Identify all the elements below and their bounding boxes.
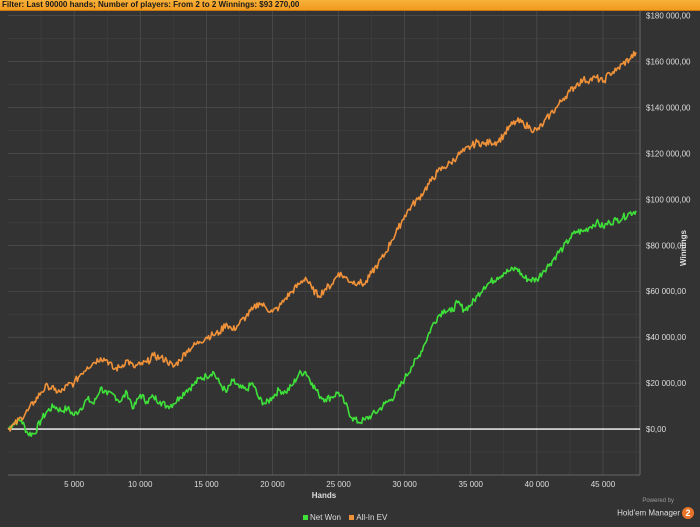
brand-name: Hold'em Manager <box>617 508 680 518</box>
all-in-ev-swatch <box>349 515 355 520</box>
brand-logo: Powered by Hold'em Manager 2 <box>617 498 694 522</box>
brand-badge-icon: 2 <box>682 506 694 519</box>
x-tick-label: 20 000 <box>260 480 285 489</box>
y-axis-ticks: $0,00$20 000,00$40 000,00$60 000,00$80 0… <box>646 12 691 434</box>
y-tick-label: $120 000,00 <box>646 149 691 158</box>
y-tick-label: $20 000,00 <box>646 379 687 388</box>
y-tick-label: $40 000,00 <box>646 333 687 342</box>
legend-label: All-In EV <box>356 513 388 522</box>
powered-by-text: Powered by <box>642 498 674 504</box>
x-tick-label: 25 000 <box>326 480 351 489</box>
filter-bar: Filter: Last 90000 hands; Number of play… <box>0 0 700 11</box>
y-tick-label: $100 000,00 <box>646 195 691 204</box>
filter-text: Filter: Last 90000 hands; Number of play… <box>2 0 300 9</box>
x-tick-label: 15 000 <box>194 480 219 489</box>
chart-legend: Net Won All-In EV <box>303 513 393 522</box>
x-axis-label: Hands <box>312 491 337 500</box>
plot-area <box>0 11 640 475</box>
x-axis-ticks: 5 000 10 000 15 000 20 000 25 000 30 000 35 00… <box>64 480 616 489</box>
x-tick-label: 35 000 <box>459 480 484 489</box>
y-axis-label: Winnings <box>679 229 688 265</box>
x-tick-label: 40 000 <box>525 480 550 489</box>
y-tick-label: $0,00 <box>646 425 667 434</box>
legend-item-net-won[interactable]: Net Won <box>303 513 341 522</box>
x-tick-label: 10 000 <box>128 480 153 489</box>
legend-item-all-in-ev[interactable]: All-In EV <box>349 513 387 522</box>
x-tick-label: 45 000 <box>591 480 616 489</box>
y-tick-label: $180 000,00 <box>646 12 691 21</box>
x-tick-label: 30 000 <box>392 480 417 489</box>
y-tick-label: $140 000,00 <box>646 103 691 112</box>
winnings-chart: $0,00$20 000,00$40 000,00$60 000,00$80 0… <box>0 11 691 500</box>
y-tick-label: $60 000,00 <box>646 287 687 296</box>
legend-label: Net Won <box>310 513 341 522</box>
y-tick-label: $160 000,00 <box>646 58 691 67</box>
x-tick-label: 5 000 <box>64 480 85 489</box>
net-won-swatch <box>303 515 308 520</box>
